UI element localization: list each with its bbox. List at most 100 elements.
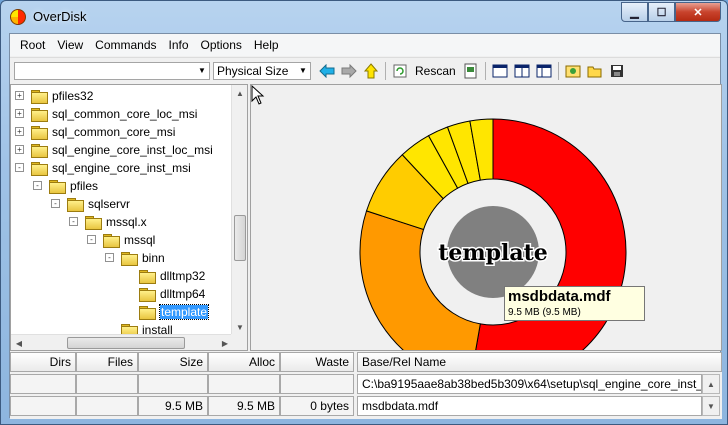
tree-item-label[interactable]: sqlservr	[88, 197, 130, 211]
expand-icon[interactable]: +	[15, 145, 24, 154]
size-mode-select[interactable]: Physical Size ▼	[213, 61, 311, 80]
menu-info[interactable]: Info	[163, 34, 195, 56]
rescan-icon-button[interactable]	[390, 61, 410, 81]
tree-item-label[interactable]: pfiles	[70, 179, 98, 193]
tree-item[interactable]: + sql_common_core_loc_msi	[15, 105, 197, 123]
arrow-right-icon	[341, 63, 357, 78]
document-icon	[464, 63, 477, 78]
scroll-left-icon[interactable]: ◀	[11, 335, 27, 350]
tree-item[interactable]: + sql_engine_core_inst_loc_msi	[15, 141, 213, 159]
explore-icon	[565, 65, 581, 77]
disk-usage-chart-pane[interactable]: template msdbdata.mdf 9.5 MB (9.5 MB)	[250, 84, 722, 351]
base-path-spin-icon[interactable]: ▲	[702, 374, 720, 394]
maximize-button[interactable]: ☐	[648, 2, 675, 22]
menu-commands[interactable]: Commands	[89, 34, 162, 56]
tree-item[interactable]: template	[139, 303, 210, 321]
folder-tree[interactable]: + pfiles32 + sql_common_core_loc_msi + sql_co…	[10, 84, 248, 351]
folder-icon	[31, 161, 48, 176]
folder-icon	[49, 179, 66, 194]
tree-item[interactable]: - sqlservr	[51, 195, 130, 213]
arrow-left-icon	[319, 63, 335, 78]
menu-root[interactable]: Root	[14, 34, 51, 56]
save-button[interactable]	[607, 61, 627, 81]
tree-item[interactable]: - mssql.x	[69, 213, 147, 231]
tree-horizontal-thumb[interactable]	[67, 337, 185, 349]
copy-button[interactable]	[461, 61, 481, 81]
expand-icon[interactable]: +	[15, 109, 24, 118]
arrow-up-icon	[364, 62, 378, 78]
header-files[interactable]: Files	[76, 352, 138, 372]
path-combo[interactable]: ▼	[14, 61, 210, 80]
menu-options[interactable]: Options	[195, 34, 248, 56]
explore-button[interactable]	[563, 61, 583, 81]
collapse-icon[interactable]: -	[15, 163, 24, 172]
forward-button[interactable]	[339, 61, 359, 81]
header-size[interactable]: Size	[138, 352, 208, 372]
scroll-down-icon[interactable]: ▼	[232, 319, 247, 335]
disk-usage-ring-chart[interactable]: template	[251, 85, 722, 351]
tree-item-label[interactable]: mssql.x	[106, 215, 147, 229]
menu-help[interactable]: Help	[248, 34, 285, 56]
rescan-button[interactable]: Rescan	[411, 64, 460, 78]
tree-item-label[interactable]: sql_common_core_msi	[52, 125, 175, 139]
header-base-rel-name[interactable]: Base/Rel Name	[357, 352, 722, 372]
row2-rel-name[interactable]: msdbdata.mdf	[357, 396, 702, 416]
expand-icon[interactable]: +	[15, 127, 24, 136]
collapse-icon[interactable]: -	[105, 253, 114, 262]
layout-single-button[interactable]	[490, 61, 510, 81]
tree-item[interactable]: + pfiles32	[15, 87, 93, 105]
close-button[interactable]: ✕	[675, 2, 721, 22]
collapse-icon[interactable]: -	[51, 199, 60, 208]
tree-item[interactable]: - sql_engine_core_inst_msi	[15, 159, 191, 177]
back-button[interactable]	[317, 61, 337, 81]
collapse-icon[interactable]: -	[87, 235, 96, 244]
row1-base-path[interactable]: C:\ba9195aae8ab38bed5b309\x64\setup\sql_…	[357, 374, 702, 394]
tree-item[interactable]: + sql_common_core_msi	[15, 123, 175, 141]
tree-item-label[interactable]: binn	[142, 251, 165, 265]
toolbar: ▼ Physical Size ▼ Rescan	[10, 57, 720, 83]
tree-horizontal-scrollbar[interactable]: ◀ ▶	[11, 334, 233, 350]
tree-item-label[interactable]: dlltmp64	[160, 287, 205, 301]
tree-item[interactable]: - binn	[105, 249, 165, 267]
header-alloc[interactable]: Alloc	[208, 352, 280, 372]
tree-vertical-thumb[interactable]	[234, 215, 246, 261]
row1-files	[76, 374, 138, 394]
expand-icon[interactable]: +	[15, 91, 24, 100]
layout-split-button[interactable]	[512, 61, 532, 81]
collapse-icon[interactable]: -	[33, 181, 42, 190]
folder-icon	[31, 89, 48, 104]
toolbar-separator	[557, 61, 559, 80]
tree-item-label[interactable]: dlltmp32	[160, 269, 205, 283]
caption-buttons: ▁ ☐ ✕	[621, 2, 721, 22]
header-dirs[interactable]: Dirs	[10, 352, 76, 372]
split-window-icon	[514, 64, 530, 77]
header-waste[interactable]: Waste	[280, 352, 354, 372]
menu-bar: Root View Commands Info Options Help	[10, 34, 720, 56]
tree-item-label[interactable]: sql_engine_core_inst_msi	[52, 161, 191, 175]
minimize-button[interactable]: ▁	[621, 2, 648, 22]
save-icon	[610, 64, 623, 77]
tree-item-label[interactable]: mssql	[124, 233, 155, 247]
rel-name-spin-icon[interactable]: ▼	[702, 396, 720, 416]
tree-item[interactable]: dlltmp32	[139, 267, 205, 285]
up-button[interactable]	[361, 61, 381, 81]
row1-waste	[280, 374, 354, 394]
tree-item[interactable]: - mssql	[87, 231, 155, 249]
tree-item[interactable]: dlltmp64	[139, 285, 205, 303]
tree-item-label[interactable]: template	[158, 304, 210, 320]
menu-view[interactable]: View	[51, 34, 89, 56]
tree-vertical-scrollbar[interactable]: ▲ ▼	[231, 85, 247, 335]
open-folder-button[interactable]	[585, 61, 605, 81]
layout-tree-button[interactable]	[534, 61, 554, 81]
collapse-icon[interactable]: -	[69, 217, 78, 226]
tree-item-label[interactable]: pfiles32	[52, 89, 93, 103]
row1-alloc	[208, 374, 280, 394]
tree-item-label[interactable]: sql_common_core_loc_msi	[52, 107, 197, 121]
folder-icon	[121, 251, 138, 266]
tree-item[interactable]: - pfiles	[33, 177, 98, 195]
scroll-up-icon[interactable]: ▲	[232, 85, 247, 101]
tree-item-label[interactable]: sql_engine_core_inst_loc_msi	[52, 143, 213, 157]
file-tooltip: msdbdata.mdf 9.5 MB (9.5 MB)	[504, 286, 645, 321]
title-bar[interactable]: OverDisk ▁ ☐ ✕	[1, 1, 727, 33]
overdisk-app-icon	[10, 9, 26, 25]
